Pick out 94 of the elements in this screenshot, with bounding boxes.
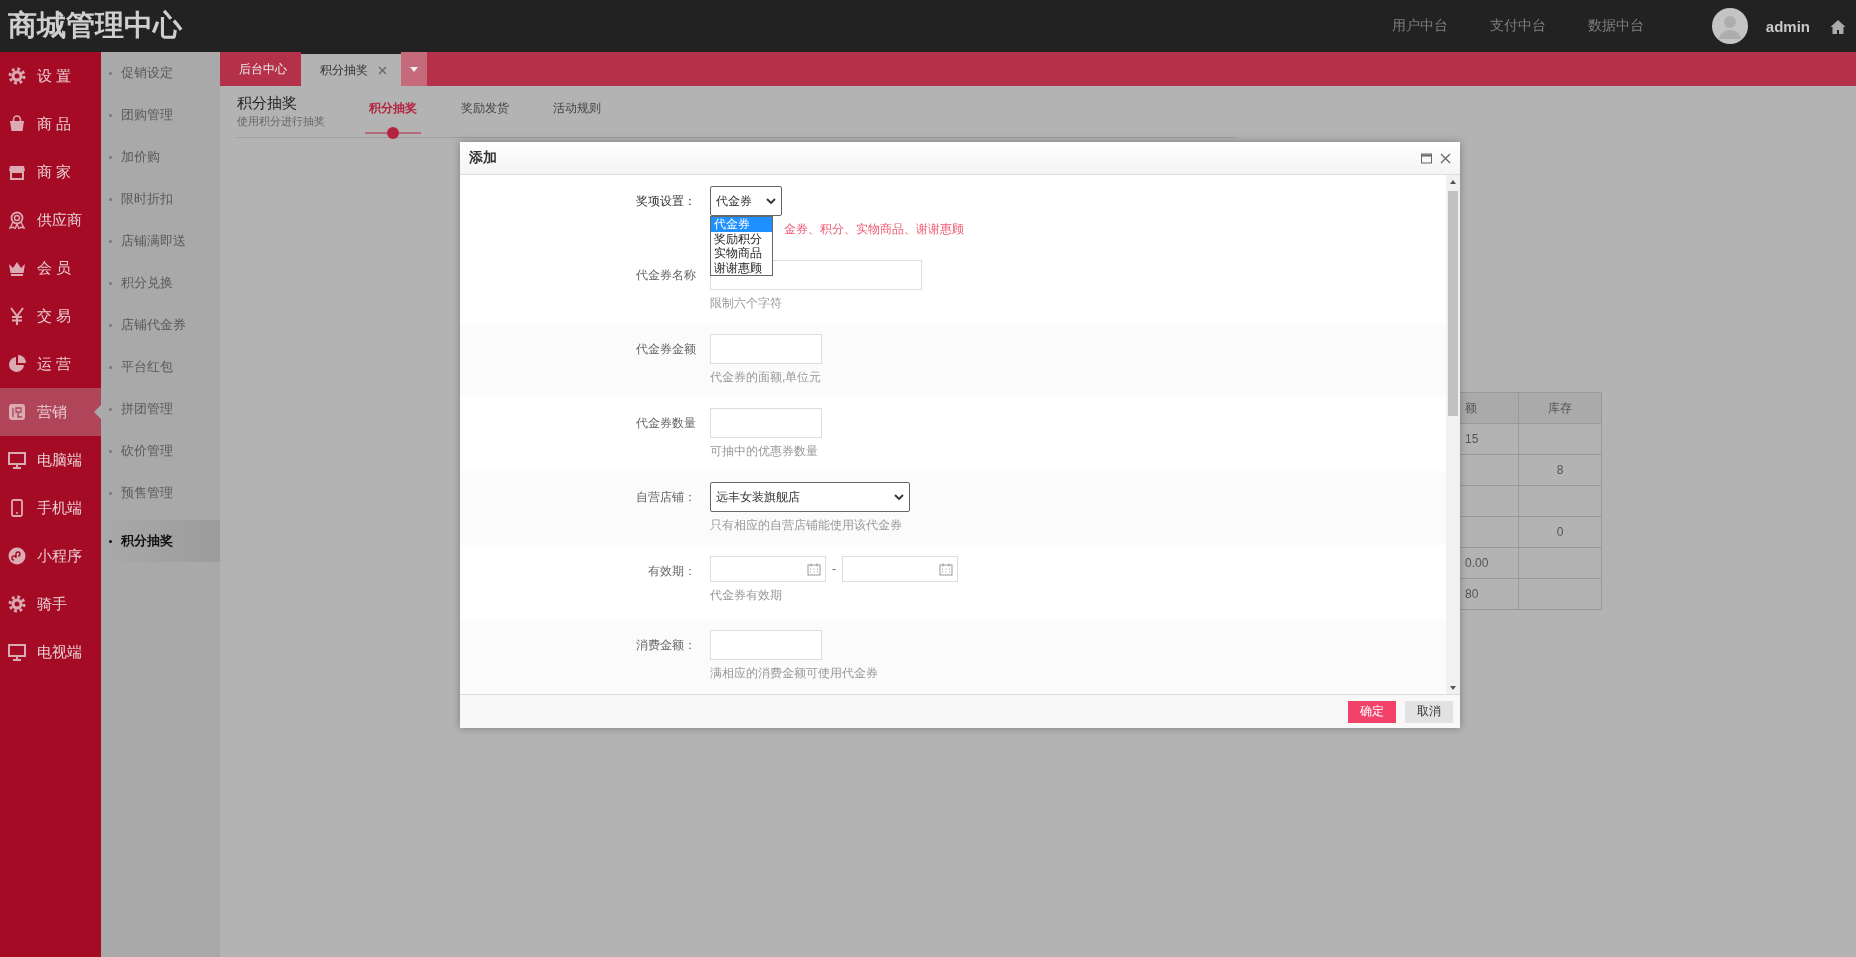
submenu-item[interactable]: 促销设定 — [101, 52, 220, 94]
sidebar-item[interactable]: 设 置 — [0, 52, 101, 100]
page-tab[interactable]: 活动规则 — [549, 100, 605, 140]
sidebar-item[interactable]: 交 易 — [0, 292, 101, 340]
field-hint: 限制六个字符 — [710, 295, 782, 312]
store-icon — [8, 163, 26, 181]
confirm-button[interactable]: 确定 — [1348, 700, 1396, 723]
field-label: 代金券数量 — [635, 415, 697, 432]
monitor-icon — [8, 451, 26, 469]
field-hint: 代金券的面额,单位元 — [710, 369, 822, 386]
home-icon[interactable] — [1830, 18, 1846, 34]
tab[interactable]: 后台中心 — [220, 52, 301, 86]
page-subtitle: 使用积分进行抽奖 — [237, 114, 326, 129]
field-label: 自营店铺： — [635, 489, 697, 506]
field-hint: 可抽中的优惠券数量 — [710, 443, 818, 460]
table-cell: 8 — [1518, 454, 1602, 486]
user-name[interactable]: admin — [1765, 17, 1810, 35]
app-title: 商城管理中心 — [7, 8, 183, 43]
award-icon — [8, 211, 26, 229]
submenu-item[interactable]: 平台红包 — [101, 346, 220, 388]
dialog-title: 添加 — [469, 149, 498, 167]
tab-menu-button[interactable] — [401, 52, 427, 86]
dropdown-option[interactable]: 代金券 — [711, 217, 772, 232]
sidebar-item[interactable]: 电视端 — [0, 628, 101, 676]
field-label: 消费金额： — [635, 637, 697, 654]
close-icon[interactable] — [1440, 152, 1451, 164]
field-hint: 只有相应的自营店铺能使用该代金券 — [710, 517, 902, 534]
yen-icon — [8, 307, 26, 325]
sidebar-item[interactable]: 骑手 — [0, 580, 101, 628]
field-hint: 代金券有效期 — [710, 587, 782, 604]
nav-link[interactable]: 用户中台 — [1391, 17, 1448, 35]
monitor-icon — [8, 643, 26, 661]
field-label: 代金券名称 — [635, 267, 697, 284]
promo-badge-icon — [8, 403, 26, 421]
sidebar-item[interactable]: 商 品 — [0, 100, 101, 148]
field-label: 奖项设置： — [635, 193, 697, 210]
mini-program-icon — [8, 547, 26, 565]
table-cell: 0 — [1518, 516, 1602, 548]
field-hint: 金券、积分、实物商品、谢谢惠顾 — [784, 221, 964, 238]
input-field[interactable] — [710, 334, 822, 364]
avatar-icon[interactable] — [1711, 8, 1748, 44]
input-field[interactable] — [710, 630, 822, 660]
field-label: 有效期： — [647, 563, 697, 580]
dropdown-option[interactable]: 奖励积分 — [711, 231, 772, 246]
select-field[interactable]: 远丰女装旗舰店 — [710, 482, 910, 512]
submenu-item[interactable]: 砍价管理 — [101, 430, 220, 472]
gear-icon — [8, 595, 26, 613]
submenu-item[interactable]: 限时折扣 — [101, 178, 220, 220]
sidebar-item[interactable]: 电脑端 — [0, 436, 101, 484]
pie-chart-icon — [8, 355, 26, 373]
column-header: 额 — [1457, 392, 1519, 424]
active-tab-indicator — [365, 126, 421, 140]
scrollbar[interactable] — [1446, 175, 1460, 694]
dropdown-option[interactable]: 实物商品 — [711, 246, 772, 261]
date-field[interactable] — [710, 556, 826, 582]
nav-link[interactable]: 数据中台 — [1587, 17, 1644, 35]
chevron-icon — [894, 493, 904, 501]
field-hint: 满相应的消费金额可使用代金券 — [710, 665, 878, 682]
sidebar-item[interactable]: 小程序 — [0, 532, 101, 580]
submenu-item[interactable]: 店铺满即送 — [101, 220, 220, 262]
column-header: 库存 — [1518, 392, 1602, 424]
maximize-icon[interactable] — [1421, 152, 1432, 164]
sidebar-item[interactable]: 商 家 — [0, 148, 101, 196]
phone-icon — [8, 499, 26, 517]
range-separator: - — [832, 562, 836, 576]
calendar-icon — [939, 562, 953, 576]
submenu-item[interactable]: 店铺代金券 — [101, 304, 220, 346]
bag-icon — [8, 115, 26, 133]
submenu-item[interactable]: 加价购 — [101, 136, 220, 178]
sidebar-item[interactable]: 供应商 — [0, 196, 101, 244]
calendar-icon — [807, 562, 821, 576]
sidebar-item[interactable]: 运 营 — [0, 340, 101, 388]
select-field[interactable]: 代金券 — [710, 186, 782, 216]
caret-icon — [410, 66, 418, 72]
sidebar-item[interactable]: 营销 — [0, 388, 101, 436]
cancel-button[interactable]: 取消 — [1405, 700, 1453, 723]
submenu-item[interactable]: 团购管理 — [101, 94, 220, 136]
chevron-icon — [766, 197, 776, 205]
field-label: 代金券金额 — [635, 341, 697, 358]
submenu-item[interactable]: 积分兑换 — [101, 262, 220, 304]
sidebar-item[interactable]: 会 员 — [0, 244, 101, 292]
date-field[interactable] — [842, 556, 958, 582]
page-title: 积分抽奖 — [237, 94, 298, 113]
sidebar-item[interactable]: 手机端 — [0, 484, 101, 532]
dropdown-option[interactable]: 谢谢惠顾 — [711, 260, 772, 275]
page-tab[interactable]: 积分抽奖 — [365, 100, 421, 140]
close-icon[interactable] — [378, 65, 387, 75]
input-field[interactable] — [710, 408, 822, 438]
gear-icon — [8, 67, 26, 85]
nav-link[interactable]: 支付中台 — [1489, 17, 1546, 35]
page-tab[interactable]: 奖励发货 — [457, 100, 513, 140]
submenu-item[interactable]: 拼团管理 — [101, 388, 220, 430]
submenu-item[interactable]: 预售管理 — [101, 472, 220, 514]
tab[interactable]: 积分抽奖 — [301, 52, 401, 86]
